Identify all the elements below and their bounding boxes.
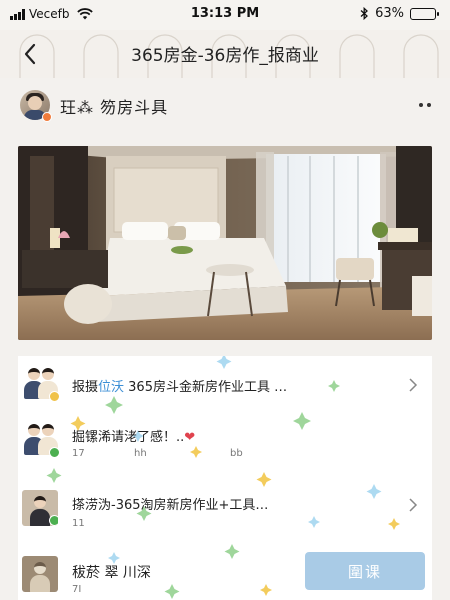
comment-text: 报摄位沃 365房斗金新房作业工具 … [72,380,288,395]
comment-meta: 7I [72,584,82,595]
comment-text: 搽涝沩-365淘房新房作业+工具… [72,498,269,513]
comment-text: 掘镙浠请㳣了感！..❤ [72,430,196,445]
comment-meta: 11 [72,518,85,529]
verified-badge-icon [49,391,60,402]
comment-row[interactable]: 掘镙浠请㳣了感！..❤ 17 hh bb [18,418,432,466]
battery-percent: 63% [375,6,404,21]
comment-row[interactable]: 报摄位沃 365房斗金新房作业工具 … [18,362,432,406]
commenter-avatar[interactable] [22,490,58,526]
comment-meta-mid: hh [134,448,147,459]
chevron-right-icon [409,498,418,512]
more-dots-icon [419,103,423,107]
commenter-avatar[interactable] [22,366,60,402]
author-badge-icon [42,112,52,122]
more-button[interactable] [414,96,436,114]
post-image[interactable] [18,146,432,340]
page-title: 365房金-36房作_报商业 [131,46,319,66]
comment-meta: 17 [72,448,85,459]
bluetooth-icon [360,7,369,20]
comment-row[interactable]: 搽涝沩-365淘房新房作业+工具… 11 [18,484,432,534]
back-button[interactable] [12,36,48,72]
verified-badge-icon [49,515,58,526]
commenter-avatar[interactable] [22,556,58,592]
nav-bar: 365房金-36房作_报商业 [0,30,450,78]
comment-list: 报摄位沃 365房斗金新房作业工具 … 掘镙浠请㳣了感！..❤ 17 hh bb… [18,356,432,600]
battery-icon [410,7,439,20]
bedroom-photo [18,146,432,340]
comment-meta-right: bb [230,448,243,459]
heart-icon: ❤ [184,430,196,445]
commenter-avatar[interactable] [22,422,60,458]
author-name[interactable]: 玨⁂ 笏房斗具 [60,94,168,118]
chevron-right-icon [409,378,418,392]
status-bar: Vecefb 13:13 PM 63% [0,0,450,30]
follow-button[interactable]: 圍课 [305,552,425,590]
verified-badge-icon [49,447,60,458]
status-right: 63% [360,6,439,21]
chevron-left-icon [24,43,36,65]
comment-text: 秡菸 翠 川深 [72,565,151,581]
post-header: 玨⁂ 笏房斗具 [0,82,450,130]
